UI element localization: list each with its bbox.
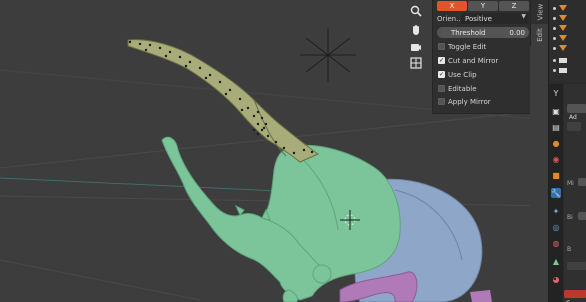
- outliner-row[interactable]: [553, 14, 586, 22]
- checkbox-box-checked[interactable]: ✓: [438, 71, 445, 78]
- outliner-row[interactable]: [553, 34, 586, 42]
- checkbox-label: Toggle Edit: [448, 42, 487, 51]
- checkbox-label: Use Clip: [448, 70, 477, 79]
- checkbox-box[interactable]: [438, 43, 445, 50]
- outliner-row[interactable]: [553, 4, 586, 12]
- orientation-label: Orien...: [437, 15, 463, 23]
- modifier-field[interactable]: [578, 212, 586, 220]
- particles-icon[interactable]: ✦: [551, 206, 561, 216]
- mirror-settings-panel: X Y Z Orien... Positive ▼ Threshold 0.00…: [432, 0, 531, 114]
- chevron-down-icon: ▼: [521, 13, 526, 20]
- hand-pan-icon[interactable]: [407, 21, 425, 39]
- object-icon: [559, 5, 567, 11]
- material-icon[interactable]: ◕: [551, 274, 561, 284]
- beetle-leg-mesh[interactable]: [470, 290, 492, 302]
- row-icon: [559, 67, 567, 73]
- world-icon[interactable]: ◉: [551, 154, 561, 164]
- outliner-row[interactable]: [553, 66, 586, 74]
- beetle-eye-mesh: [312, 264, 332, 284]
- outliner-row[interactable]: [553, 24, 586, 32]
- outliner-row[interactable]: [553, 44, 586, 52]
- output-icon[interactable]: ▤: [551, 122, 561, 132]
- object-icon: [559, 25, 567, 31]
- tab-view[interactable]: View: [530, 0, 548, 24]
- data-icon[interactable]: ▲: [551, 256, 561, 266]
- editable-checkbox[interactable]: Editable: [438, 83, 477, 94]
- axis-y-button[interactable]: Y: [468, 1, 498, 11]
- green-axis-line: [0, 177, 301, 193]
- zoom-icon[interactable]: [407, 2, 425, 20]
- properties-body: Ad Mi Bi B C: [564, 84, 586, 302]
- orientation-value: Positive: [465, 14, 492, 23]
- modifier-wrench-icon[interactable]: 🔧: [551, 188, 561, 198]
- checkbox-label: Apply Mirror: [448, 97, 491, 106]
- axis-z-button[interactable]: Z: [499, 1, 529, 11]
- checkbox-box[interactable]: [438, 85, 445, 92]
- axis-x-button[interactable]: X: [437, 1, 467, 11]
- render-icon[interactable]: ▣: [551, 106, 561, 116]
- tab-edit[interactable]: Edit: [530, 24, 548, 46]
- bi-label: Bi: [567, 214, 573, 221]
- threshold-field[interactable]: Threshold 0.00: [437, 27, 529, 38]
- row-icon: [559, 57, 567, 63]
- checkbox-label: Editable: [448, 84, 477, 93]
- outliner[interactable]: [549, 0, 586, 82]
- physics-icon[interactable]: ◎: [551, 222, 561, 232]
- modifier-field[interactable]: [567, 262, 586, 270]
- apply-mirror-checkbox[interactable]: Apply Mirror: [438, 96, 491, 107]
- right-editors: Y ▣ ▤ ● ◉ ■ 🔧 ✦ ◎ ◍ ▲ ◕ Ad Mi Bi B C: [548, 0, 586, 302]
- empty-object-gizmo[interactable]: [300, 28, 356, 82]
- object-icon: [559, 35, 567, 41]
- checkbox-box[interactable]: [438, 98, 445, 105]
- constraints-icon[interactable]: ◍: [551, 238, 561, 248]
- tab-view-label: View: [536, 3, 544, 21]
- add-modifier-button[interactable]: Ad: [567, 104, 586, 121]
- object-icon: [559, 15, 567, 21]
- toggle-edit-checkbox[interactable]: Toggle Edit: [438, 41, 486, 52]
- properties-tabs: Y ▣ ▤ ● ◉ ■ 🔧 ✦ ◎ ◍ ▲ ◕: [549, 84, 563, 302]
- tab-edit-label: Edit: [536, 28, 544, 42]
- checkbox-box-checked[interactable]: ✓: [438, 57, 445, 64]
- mirror-axis-buttons: X Y Z: [437, 1, 529, 11]
- outliner-row[interactable]: [553, 56, 586, 64]
- sidebar-tab-strip: [530, 46, 548, 302]
- b-label: B: [567, 246, 572, 253]
- grid-line: [0, 259, 201, 301]
- 3d-viewport[interactable]: X Y Z Orien... Positive ▼ Threshold 0.00…: [0, 0, 548, 302]
- use-clip-checkbox[interactable]: ✓ Use Clip: [438, 69, 477, 80]
- threshold-value: 0.00: [509, 28, 525, 37]
- modifier-field[interactable]: [578, 178, 586, 186]
- threshold-label: Threshold: [451, 28, 486, 37]
- cut-and-mirror-checkbox[interactable]: ✓ Cut and Mirror: [438, 55, 498, 66]
- beetle-upper-horn-mesh[interactable]: [127, 39, 320, 163]
- scene-icon[interactable]: ●: [551, 138, 561, 148]
- mi-label: Mi: [567, 180, 574, 187]
- tool-icon[interactable]: Y: [551, 88, 561, 98]
- modifier-header[interactable]: [567, 122, 581, 131]
- checkbox-label: Cut and Mirror: [448, 56, 499, 65]
- modifier-c-field[interactable]: C: [564, 290, 586, 302]
- orientation-select[interactable]: Positive ▼: [461, 13, 529, 24]
- grid-view-icon[interactable]: [407, 54, 425, 72]
- add-modifier-label: Ad: [569, 114, 577, 121]
- object-icon: [559, 45, 567, 51]
- object-properties-icon[interactable]: ■: [551, 170, 561, 180]
